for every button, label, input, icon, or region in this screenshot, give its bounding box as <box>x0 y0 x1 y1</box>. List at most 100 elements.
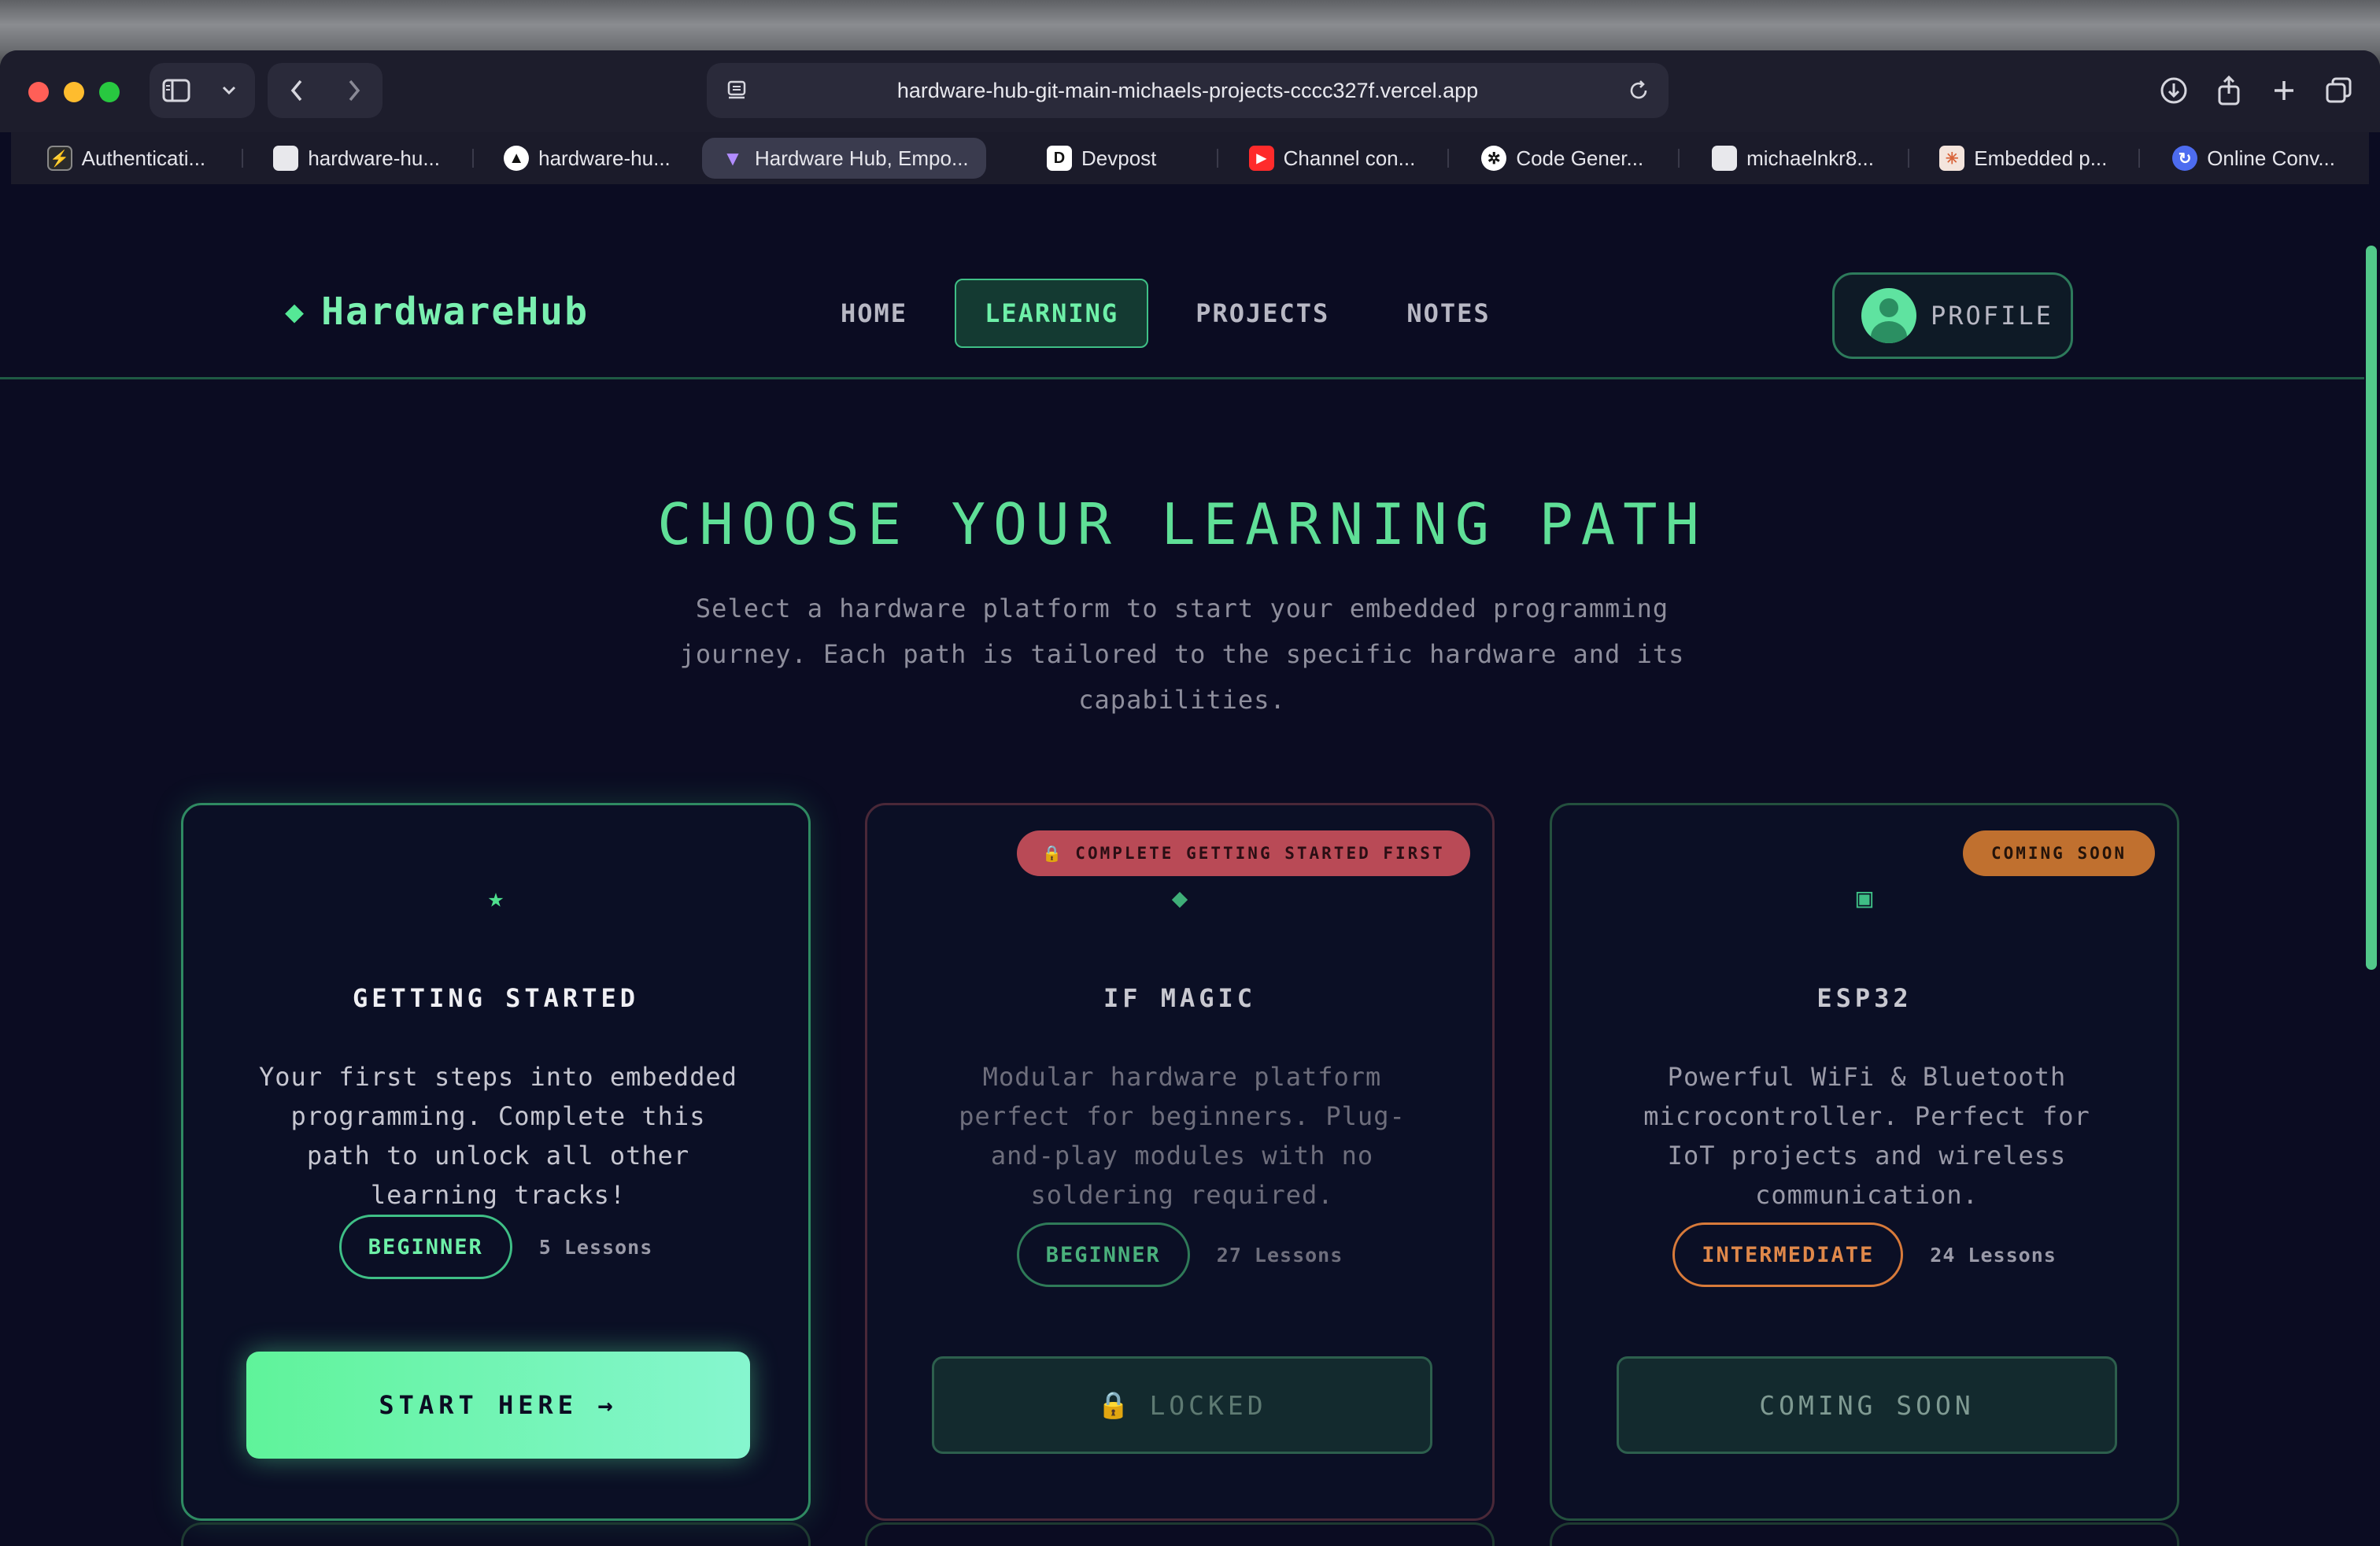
tab-authentication[interactable]: ⚡ Authenticati... <box>11 138 242 179</box>
tab-label: michaelnkr8... <box>1746 146 1874 170</box>
diamond-icon: ◆ <box>1171 882 1188 914</box>
tab-label: Devpost <box>1081 146 1157 170</box>
level-badge: BEGINNER <box>338 1215 512 1279</box>
convert-icon: ↻ <box>2172 146 2198 171</box>
page-icon <box>273 146 299 171</box>
url-text: hardware-hub-git-main-michaels-projects-… <box>896 78 1479 102</box>
tab-devpost[interactable]: D Devpost <box>986 138 1217 179</box>
tab-online-converter[interactable]: ↻ Online Conv... <box>2138 138 2369 179</box>
tab-hardware-hub-1[interactable]: hardware-hu... <box>241 138 472 179</box>
minimize-window-button[interactable] <box>64 82 84 102</box>
browser-window: hardware-hub-git-main-michaels-projects-… <box>0 50 2380 1546</box>
card-description: Your first steps into embedded programmi… <box>259 1062 737 1210</box>
tab-label: hardware-hu... <box>308 146 440 170</box>
tab-hardware-hub-active[interactable]: ▼ Hardware Hub, Empo... <box>702 138 987 179</box>
card-description: Powerful WiFi & Bluetooth microcontrolle… <box>1643 1062 2090 1210</box>
back-icon[interactable] <box>279 73 314 108</box>
tab-hardware-hub-2[interactable]: ▲ hardware-hu... <box>471 138 703 179</box>
tab-overview-icon[interactable] <box>2317 63 2361 118</box>
next-card-peek <box>181 1522 811 1546</box>
tab-code-generator[interactable]: ✲ Code Gener... <box>1447 138 1678 179</box>
locked-requirement-badge: 🔒 COMPLETE GETTING STARTED FIRST <box>1017 830 1470 876</box>
profile-label: PROFILE <box>1931 301 2053 331</box>
coming-soon-button[interactable]: COMING SOON <box>1617 1356 2117 1454</box>
page-subtitle: Select a hardware platform to start your… <box>679 594 1685 715</box>
path-card-getting-started[interactable]: ★ GETTING STARTED Your first steps into … <box>181 803 811 1521</box>
diamond-logo-icon: ◆ <box>285 294 306 330</box>
tab-label: Channel con... <box>1283 146 1416 170</box>
card-title: ESP32 <box>1816 983 1913 1013</box>
card-title: IF MAGIC <box>1103 983 1257 1013</box>
tab-embedded[interactable]: ✳ Embedded p... <box>1908 138 2138 179</box>
card-meta: BEGINNER 5 Lessons <box>183 1215 808 1279</box>
nav-notes[interactable]: NOTES <box>1377 279 1520 348</box>
nav-projects[interactable]: PROJECTS <box>1166 279 1359 348</box>
level-badge: INTERMEDIATE <box>1672 1222 1904 1287</box>
page-title: CHOOSE YOUR LEARNING PATH <box>657 491 1707 557</box>
next-card-peek <box>1550 1522 2179 1546</box>
start-here-button[interactable]: START HERE → <box>246 1352 750 1459</box>
toolbar-actions <box>2152 63 2361 118</box>
lesson-count: 27 Lessons <box>1216 1243 1343 1267</box>
reload-icon[interactable] <box>1621 73 1656 108</box>
profile-button[interactable]: PROFILE <box>1832 272 2073 359</box>
path-card-if-magic[interactable]: 🔒 COMPLETE GETTING STARTED FIRST ◆ IF MA… <box>865 803 1495 1521</box>
youtube-icon: ▶ <box>1248 146 1274 171</box>
nav-home[interactable]: HOME <box>811 279 937 348</box>
star-icon: ★ <box>487 882 504 914</box>
site-header: ◆ HardwareHub HOME LEARNING PROJECTS NOT… <box>0 184 2364 379</box>
forward-icon[interactable] <box>337 73 371 108</box>
triangle-icon: ▲ <box>504 146 530 171</box>
lock-icon: 🔒 <box>1042 844 1065 863</box>
next-card-peek <box>865 1522 1495 1546</box>
path-card-esp32[interactable]: COMING SOON ▣ ESP32 Powerful WiFi & Blue… <box>1550 803 2179 1521</box>
card-meta: INTERMEDIATE 24 Lessons <box>1552 1222 2177 1287</box>
locked-button[interactable]: 🔒 LOCKED <box>932 1356 1432 1454</box>
lesson-count: 24 Lessons <box>1930 1243 2057 1267</box>
card-title: GETTING STARTED <box>353 983 639 1013</box>
tab-label: Hardware Hub, Empo... <box>754 146 969 170</box>
close-window-button[interactable] <box>28 82 49 102</box>
tab-bar: ⚡ Authenticati... hardware-hu... ▲ hardw… <box>11 132 2369 184</box>
tab-label: Code Gener... <box>1516 146 1644 170</box>
tab-channel-content[interactable]: ▶ Channel con... <box>1217 138 1447 179</box>
chip-icon: ▣ <box>1856 882 1873 914</box>
card-meta: BEGINNER 27 Lessons <box>867 1222 1492 1287</box>
level-badge: BEGINNER <box>1016 1222 1190 1287</box>
new-tab-icon[interactable] <box>2262 63 2306 118</box>
main-menu: HOME LEARNING PROJECTS NOTES <box>787 279 1538 348</box>
vite-icon: ▼ <box>722 146 743 170</box>
tab-label: Online Conv... <box>2207 146 2336 170</box>
scroll-thumb[interactable] <box>2366 246 2377 970</box>
coming-soon-badge: COMING SOON <box>1963 830 2155 876</box>
nav-learning[interactable]: LEARNING <box>955 279 1149 348</box>
bolt-icon: ⚡ <box>46 146 72 171</box>
card-description: Modular hardware platform perfect for be… <box>959 1062 1406 1210</box>
tab-label: hardware-hu... <box>538 146 671 170</box>
browser-toolbar: hardware-hub-git-main-michaels-projects-… <box>0 50 2380 132</box>
openai-icon: ✲ <box>1481 146 1507 171</box>
site-logo[interactable]: ◆ HardwareHub <box>285 290 589 334</box>
share-icon[interactable] <box>2207 63 2251 118</box>
logo-text: HardwareHub <box>321 290 589 334</box>
avatar <box>1861 288 1916 343</box>
lesson-count: 5 Lessons <box>538 1235 653 1259</box>
sidebar-toggle-group <box>150 63 255 118</box>
history-nav-group <box>268 63 382 118</box>
github-icon <box>1712 146 1738 171</box>
devpost-icon: D <box>1047 146 1072 171</box>
claude-icon: ✳ <box>1939 146 1965 171</box>
tab-label: Authenticati... <box>81 146 206 170</box>
page-scrollbar[interactable] <box>2364 189 2380 1546</box>
chevron-down-icon[interactable] <box>212 73 246 108</box>
sidebar-icon[interactable] <box>159 73 194 108</box>
web-page: ◆ HardwareHub HOME LEARNING PROJECTS NOT… <box>0 184 2364 1546</box>
tab-label: Embedded p... <box>1974 146 2108 170</box>
tab-github[interactable]: michaelnkr8... <box>1677 138 1909 179</box>
address-bar[interactable]: hardware-hub-git-main-michaels-projects-… <box>707 63 1669 118</box>
site-settings-icon[interactable] <box>721 73 756 108</box>
button-label: LOCKED <box>1149 1389 1267 1421</box>
zoom-window-button[interactable] <box>99 82 120 102</box>
downloads-icon[interactable] <box>2152 63 2196 118</box>
badge-label: COMPLETE GETTING STARTED FIRST <box>1075 844 1445 863</box>
